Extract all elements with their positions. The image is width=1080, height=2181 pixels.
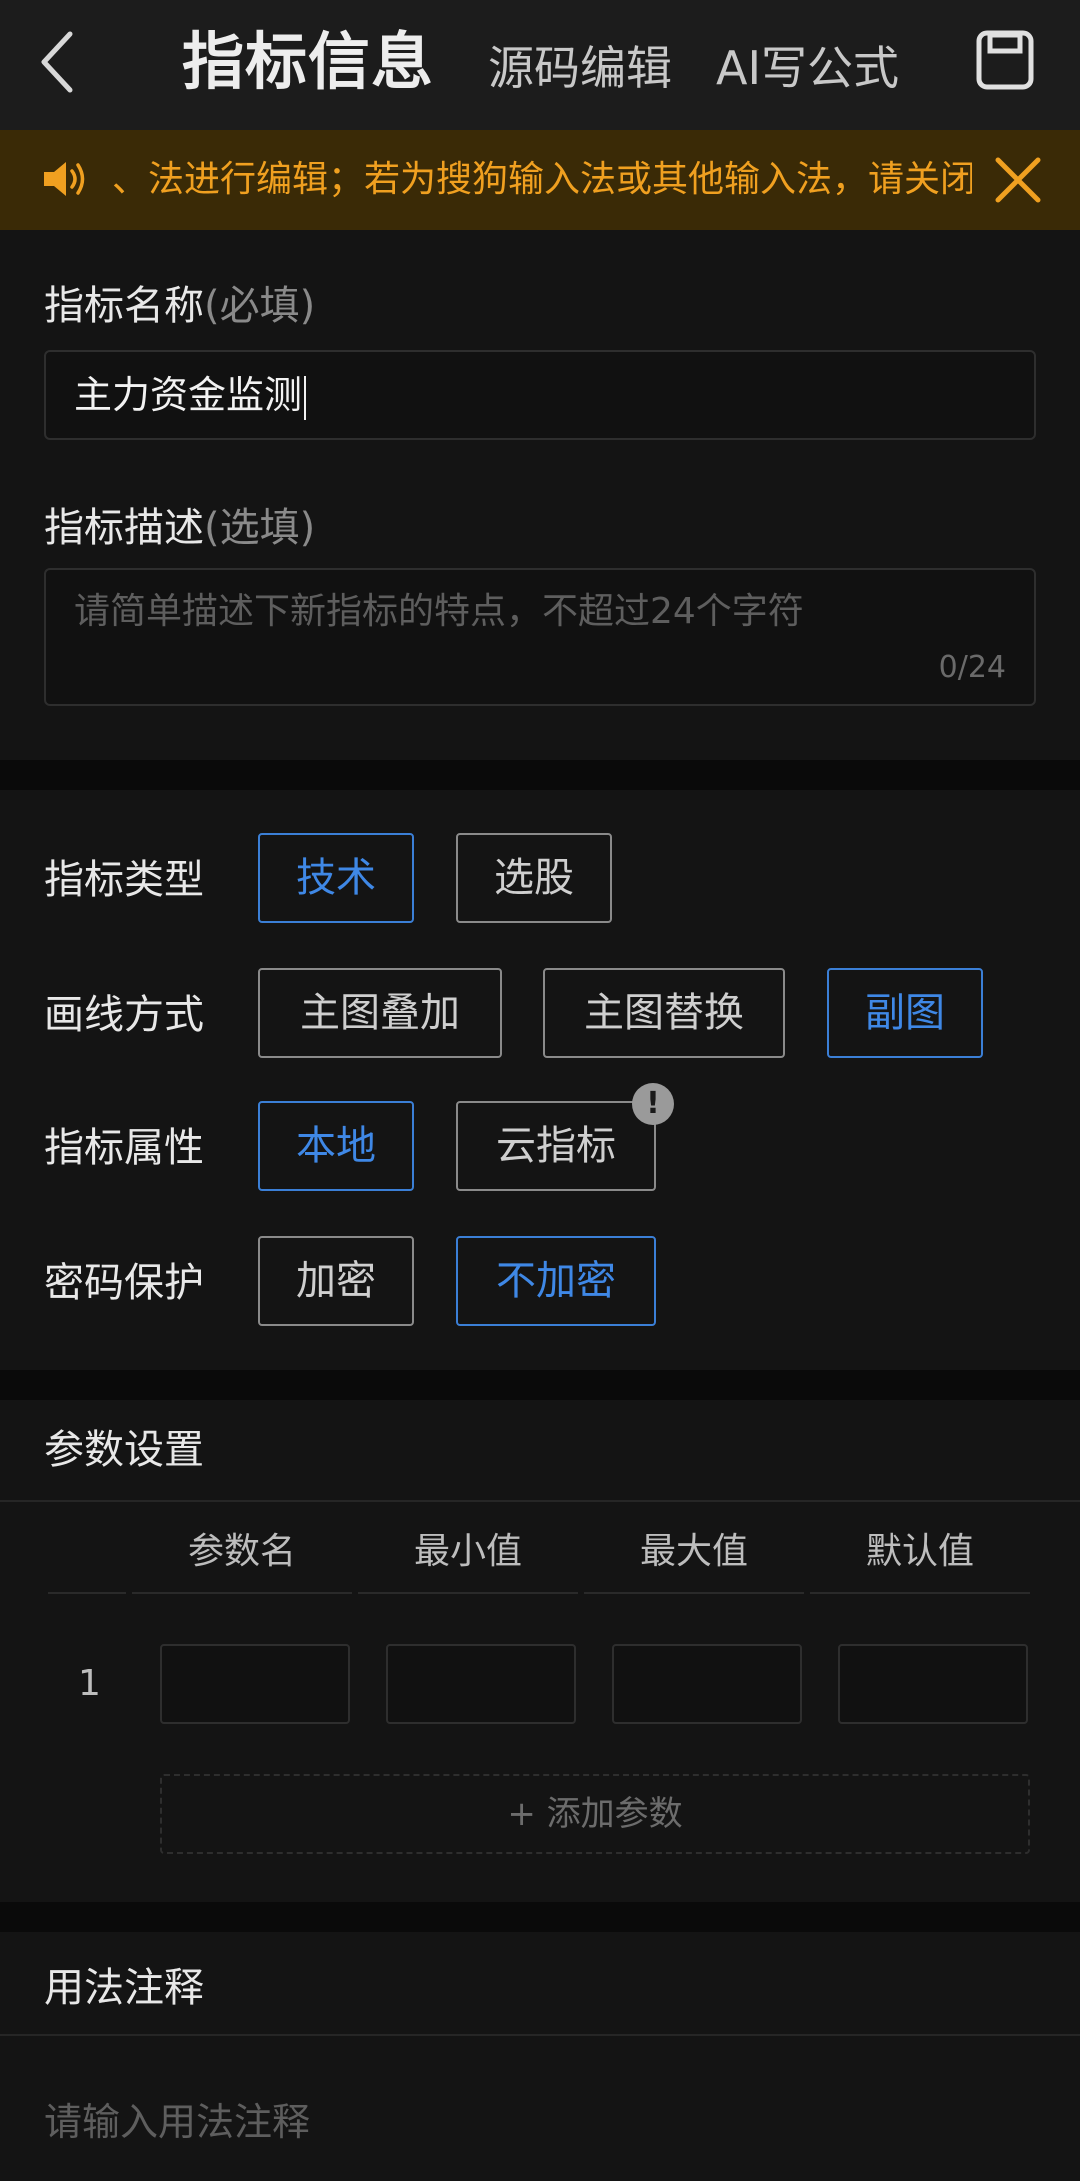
col-header-name: 参数名 [187, 1531, 296, 1572]
type-chip-screener[interactable]: 选股 [456, 833, 612, 923]
tab-ai-formula[interactable]: AI写公式 [716, 38, 899, 98]
desc-optional-hint: (选填) [204, 505, 316, 551]
add-param-button[interactable]: + 添加参数 [160, 1774, 1030, 1854]
tab-source-edit[interactable]: 源码编辑 [488, 38, 672, 98]
draw-label: 画线方式 [44, 992, 204, 1038]
speaker-icon [40, 154, 90, 204]
usage-section: 用法注释 请输入用法注释 [0, 1932, 1080, 2181]
divider [0, 1500, 1080, 1502]
usage-title: 用法注释 [44, 1965, 204, 2011]
desc-label-text: 指标描述 [44, 505, 204, 551]
header-underline [810, 1592, 1030, 1594]
page: 指标信息 源码编辑 AI写公式 、法进行编辑；若为搜狗输入法或其他输入法，请关闭… [0, 0, 1080, 2181]
type-label: 指标类型 [44, 857, 204, 903]
save-button[interactable] [976, 30, 1034, 90]
name-field-label: 指标名称(必填) [44, 278, 315, 334]
name-input-value: 主力资金监测 [74, 373, 303, 417]
draw-chip-subchart[interactable]: 副图 [827, 968, 983, 1058]
top-bar: 指标信息 源码编辑 AI写公式 [0, 0, 1080, 130]
name-label-text: 指标名称 [44, 283, 204, 329]
draw-chip-overlay[interactable]: 主图叠加 [258, 968, 502, 1058]
desc-placeholder: 请简单描述下新指标的特点，不超过24个字符 [74, 591, 804, 632]
col-header-max: 最大值 [639, 1531, 748, 1572]
notice-text: 、法进行编辑；若为搜狗输入法或其他输入法，请关闭英文 [112, 159, 972, 200]
pwd-chip-encrypt[interactable]: 加密 [258, 1236, 414, 1326]
header-underline [48, 1592, 126, 1594]
attr-chip-cloud[interactable]: 云指标 [456, 1101, 656, 1191]
name-input[interactable]: 主力资金监测 [44, 350, 1036, 440]
divider [0, 2034, 1080, 2036]
attr-label: 指标属性 [44, 1125, 204, 1171]
col-header-min: 最小值 [413, 1531, 522, 1572]
param-name-input[interactable] [160, 1644, 350, 1724]
header-underline [358, 1592, 578, 1594]
header-underline [584, 1592, 804, 1594]
warning-icon[interactable]: ! [632, 1083, 674, 1125]
notice-close-button[interactable] [990, 152, 1046, 208]
usage-input[interactable]: 请输入用法注释 [44, 2094, 310, 2150]
draw-chip-replace[interactable]: 主图替换 [543, 968, 785, 1058]
attr-chip-local[interactable]: 本地 [258, 1101, 414, 1191]
chevron-left-icon [41, 31, 73, 93]
notice-banner: 、法进行编辑；若为搜狗输入法或其他输入法，请关闭英文 [0, 130, 1080, 230]
col-header-default: 默认值 [865, 1531, 974, 1572]
param-min-input[interactable] [386, 1644, 576, 1724]
pwd-chip-no-encrypt[interactable]: 不加密 [456, 1236, 656, 1326]
close-icon [995, 157, 1041, 203]
back-button[interactable] [30, 22, 90, 102]
desc-char-count: 0/24 [938, 650, 1006, 685]
save-icon [976, 30, 1034, 90]
name-required-hint: (必填) [204, 283, 316, 329]
text-caret [304, 375, 307, 420]
params-section: 参数设置 参数名 最小值 最大值 默认值 1 + 添加参数 [0, 1400, 1080, 1902]
desc-input[interactable]: 请简单描述下新指标的特点，不超过24个字符 0/24 [44, 568, 1036, 706]
params-title: 参数设置 [44, 1427, 204, 1473]
basic-info-section: 指标名称(必填) 主力资金监测 指标描述(选填) 请简单描述下新指标的特点，不超… [0, 230, 1080, 760]
param-default-input[interactable] [838, 1644, 1028, 1724]
desc-field-label: 指标描述(选填) [44, 500, 315, 556]
header-underline [132, 1592, 352, 1594]
pwd-label: 密码保护 [44, 1260, 204, 1306]
param-row-index: 1 [78, 1663, 101, 1704]
param-max-input[interactable] [612, 1644, 802, 1724]
type-chip-technical[interactable]: 技术 [258, 833, 414, 923]
options-section: 指标类型 技术 选股 画线方式 主图叠加 主图替换 副图 指标属性 本地 云指标… [0, 790, 1080, 1370]
tab-indicator-info[interactable]: 指标信息 [182, 22, 434, 102]
